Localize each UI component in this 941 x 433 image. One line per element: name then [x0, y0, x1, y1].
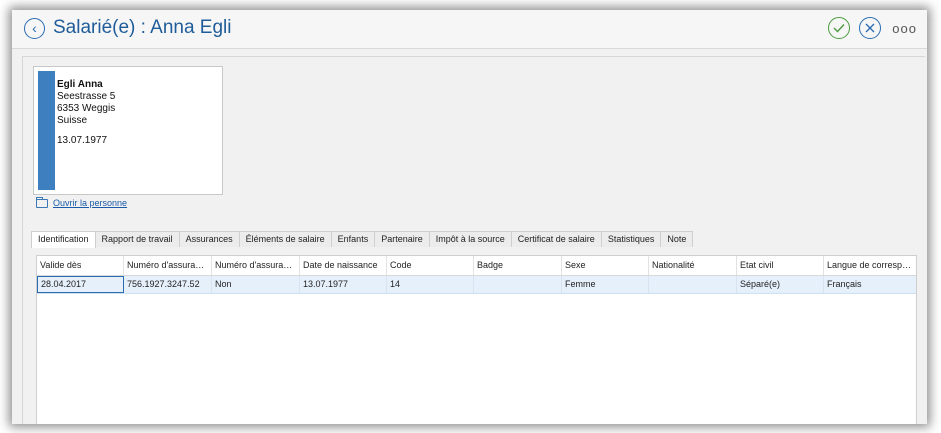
person-card-details: Egli Anna Seestrasse 5 6353 Weggis Suiss… [57, 79, 115, 147]
column-header[interactable]: Valide dès [37, 256, 124, 275]
table-cell[interactable]: 14 [387, 276, 474, 293]
table-row[interactable]: 28.04.2017 756.1927.3247.52 Non 13.07.19… [37, 276, 916, 294]
page-title: Salarié(e) : Anna Egli [53, 17, 232, 38]
tab-enfants[interactable]: Enfants [330, 231, 376, 247]
tab-certificat-de-salaire[interactable]: Certificat de salaire [510, 231, 602, 247]
column-header[interactable]: Langue de correspon... [824, 256, 916, 275]
person-birthdate: 13.07.1977 [57, 135, 108, 146]
table-cell[interactable]: 756.1927.3247.52 [124, 276, 212, 293]
person-card-accent [38, 71, 55, 190]
open-person-label: Ouvrir la personne [53, 198, 128, 208]
table-cell[interactable]: 13.07.1977 [300, 276, 387, 293]
checkmark-icon [833, 24, 845, 33]
table-cell[interactable] [649, 276, 737, 293]
back-button[interactable]: ‹ [24, 18, 45, 39]
tab-identification[interactable]: Identification [31, 231, 96, 248]
tab-statistiques[interactable]: Statistiques [600, 231, 662, 247]
tab-rapport-de-travail[interactable]: Rapport de travail [94, 231, 180, 247]
table-cell[interactable]: 28.04.2017 [37, 276, 124, 293]
tab-assurances[interactable]: Assurances [178, 231, 240, 247]
person-country: Suisse [57, 115, 88, 126]
identification-grid: Valide dès Numéro d'assuranc... Numéro d… [36, 255, 917, 424]
column-header[interactable]: Nationalité [649, 256, 737, 275]
tab-partenaire[interactable]: Partenaire [374, 231, 430, 247]
column-header[interactable]: Etat civil [737, 256, 824, 275]
cancel-button[interactable] [859, 17, 882, 39]
more-options-button[interactable]: ooo [892, 21, 917, 36]
column-header[interactable]: Sexe [562, 256, 649, 275]
tab-note[interactable]: Note [660, 231, 694, 247]
column-header[interactable]: Date de naissance [300, 256, 387, 275]
confirm-button[interactable] [828, 17, 851, 39]
table-cell[interactable]: Français [824, 276, 916, 293]
title-bar: ‹ Salarié(e) : Anna Egli ooo [12, 10, 927, 49]
folder-icon [36, 196, 48, 208]
table-cell[interactable]: Séparé(e) [737, 276, 824, 293]
person-name: Egli Anna [57, 79, 103, 90]
column-header[interactable]: Badge [474, 256, 562, 275]
close-icon [865, 23, 875, 33]
tab-bar: Identification Rapport de travail Assura… [31, 231, 694, 248]
employee-panel: Egli Anna Seestrasse 5 6353 Weggis Suiss… [22, 56, 925, 424]
employee-window: ‹ Salarié(e) : Anna Egli ooo Egli Anna S… [12, 10, 927, 424]
column-header[interactable]: Code [387, 256, 474, 275]
person-street: Seestrasse 5 [57, 91, 116, 102]
column-header[interactable]: Numéro d'assuranc... [124, 256, 212, 275]
open-person-link[interactable]: Ouvrir la personne [36, 196, 128, 208]
table-cell[interactable] [474, 276, 562, 293]
tab-elements-de-salaire[interactable]: Éléments de salaire [238, 231, 332, 247]
table-cell[interactable]: Non [212, 276, 300, 293]
grid-header: Valide dès Numéro d'assuranc... Numéro d… [37, 256, 916, 276]
column-header[interactable]: Numéro d'assuranc... [212, 256, 300, 275]
person-city: 6353 Weggis [57, 103, 116, 114]
back-arrow-icon: ‹ [32, 20, 37, 36]
table-cell[interactable]: Femme [562, 276, 649, 293]
person-card: Egli Anna Seestrasse 5 6353 Weggis Suiss… [33, 66, 223, 195]
tab-impot-a-la-source[interactable]: Impôt à la source [428, 231, 512, 247]
